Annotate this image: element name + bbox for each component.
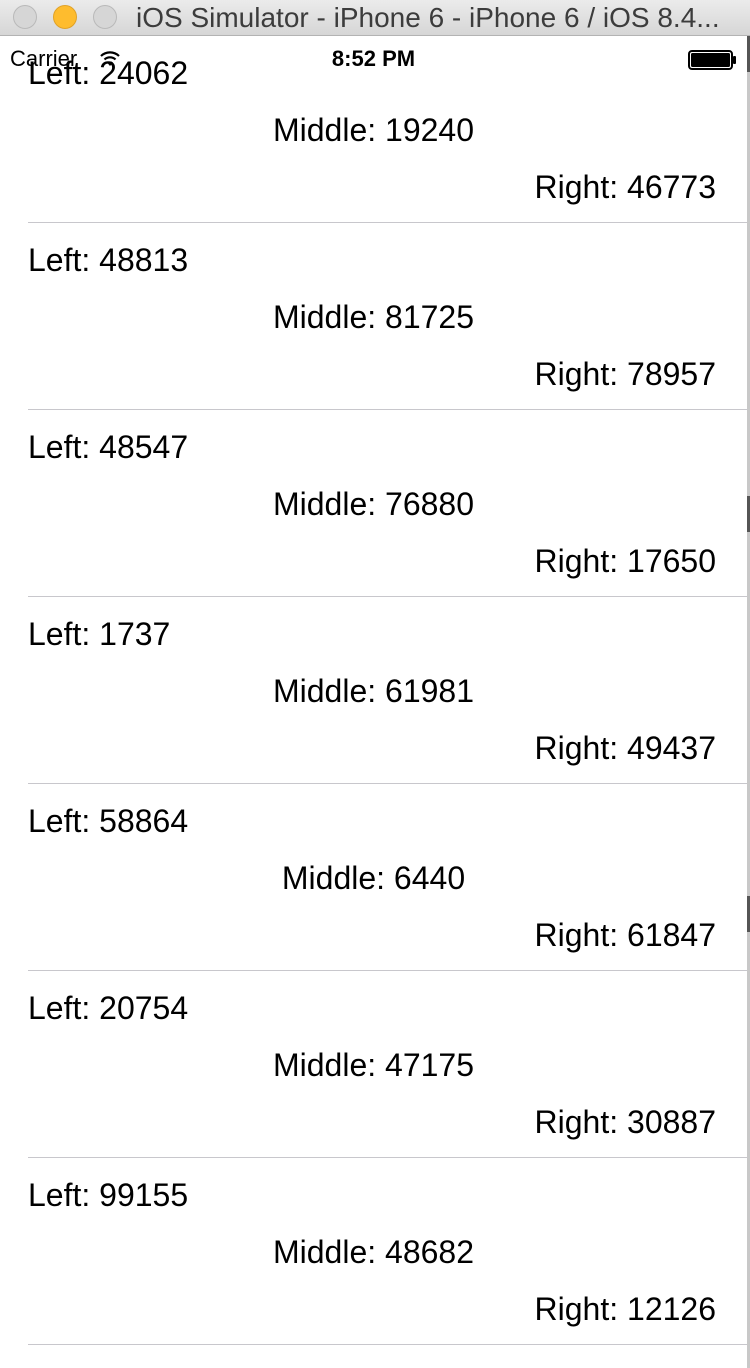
table-row[interactable]: Left: 1737 Middle: 61981 Right: 49437 (0, 597, 747, 784)
right-label: Right: 17650 (534, 543, 716, 579)
middle-label: Middle: 47175 (272, 1047, 475, 1083)
right-label: Right: 46773 (534, 169, 716, 205)
right-label: Right: 49437 (534, 730, 716, 766)
window-title-bar[interactable]: iOS Simulator - iPhone 6 - iPhone 6 / iO… (0, 0, 750, 36)
table-row[interactable]: Left: 58864 Middle: 6440 Right: 61847 (0, 784, 747, 971)
right-label: Right: 30887 (534, 1104, 716, 1140)
middle-label: Middle: 19240 (272, 112, 475, 148)
left-label: Left: 1737 (28, 616, 171, 652)
minimize-window-button[interactable] (53, 5, 77, 29)
middle-label: Middle: 81725 (272, 299, 475, 335)
ios-status-bar: Carrier 8:52 PM (0, 36, 747, 76)
zoom-window-button[interactable] (93, 5, 117, 29)
table-row[interactable]: Left: 99155 Middle: 48682 Right: 12126 (0, 1158, 747, 1345)
right-label: Right: 61847 (534, 917, 716, 953)
left-label: Left: 48547 (28, 429, 189, 465)
left-label: Left: 99155 (28, 1177, 189, 1213)
table-row[interactable]: Left: 20754 Middle: 47175 Right: 30887 (0, 971, 747, 1158)
left-label: Left: 20754 (28, 990, 189, 1026)
middle-label: Middle: 76880 (272, 486, 475, 522)
left-label: Left: 48813 (28, 242, 189, 278)
right-label: Right: 12126 (534, 1291, 716, 1327)
window-title: iOS Simulator - iPhone 6 - iPhone 6 / iO… (136, 2, 720, 33)
status-time: 8:52 PM (331, 46, 416, 71)
middle-label: Middle: 61981 (272, 673, 475, 709)
table-view[interactable]: Left: 24062 Middle: 19240 Right: 46773 L… (0, 36, 747, 1345)
close-window-button[interactable] (13, 5, 37, 29)
table-row[interactable]: Left: 48813 Middle: 81725 Right: 78957 (0, 223, 747, 410)
battery-icon (688, 50, 738, 70)
row-separator (28, 1344, 747, 1345)
middle-label: Middle: 48682 (272, 1234, 475, 1270)
right-label: Right: 78957 (534, 356, 716, 392)
simulator-window: iOS Simulator - iPhone 6 - iPhone 6 / iO… (0, 0, 750, 1368)
table-row[interactable]: Left: 48547 Middle: 76880 Right: 17650 (0, 410, 747, 597)
left-label: Left: 58864 (28, 803, 189, 839)
middle-label: Middle: 6440 (281, 860, 466, 896)
